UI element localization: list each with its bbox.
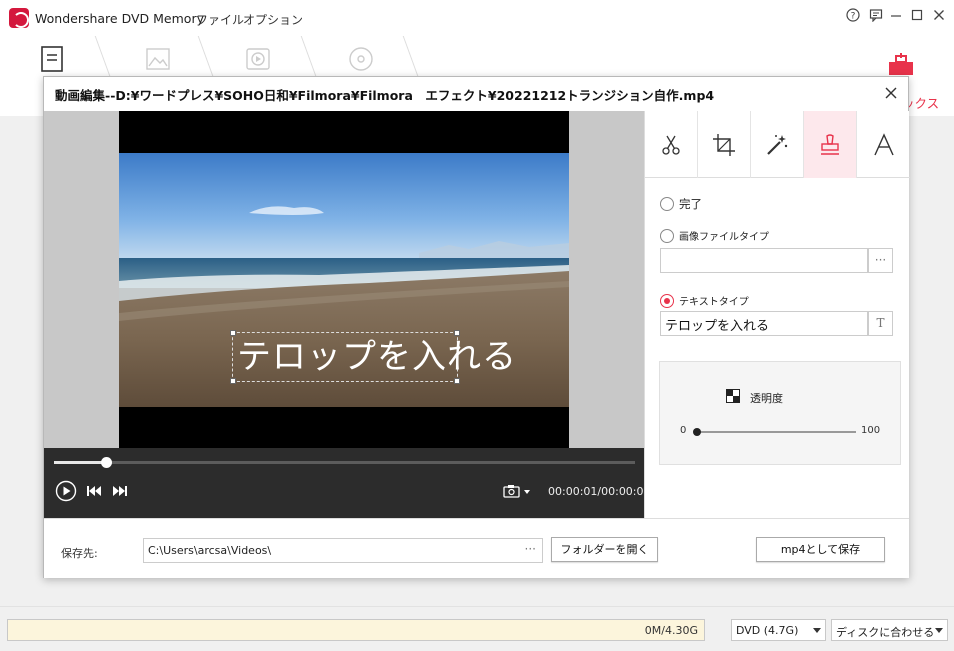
video-scene-image: テロップを入れる: [119, 153, 569, 407]
radio-image-type[interactable]: [660, 228, 674, 243]
disc-type-select[interactable]: DVD (4.7G): [731, 619, 826, 641]
player-controls: 00:00:01/00:00:06: [44, 448, 651, 518]
nav-tab-preview[interactable]: [205, 36, 315, 76]
opacity-min: 0: [680, 425, 687, 436]
feedback-icon[interactable]: [866, 8, 886, 28]
app-name: Wondershare DVD Memory: [35, 11, 204, 26]
opacity-slider[interactable]: [693, 428, 856, 436]
edit-options-panel: 完了 画像ファイルタイプ ··· テキストタイプ テロップを入れる T 透明度 …: [644, 111, 910, 518]
document-icon: [41, 46, 63, 72]
dialog-title: 動画編集--D:¥ワードプレス¥SOHO日和¥Filmora¥Filmora エ…: [55, 88, 715, 103]
opacity-max: 100: [861, 425, 881, 436]
font-settings-button[interactable]: T: [868, 311, 893, 336]
save-mp4-button[interactable]: mp4として保存: [756, 537, 885, 562]
text-icon: [873, 132, 894, 155]
radio-text-type[interactable]: [660, 293, 674, 308]
close-icon[interactable]: [929, 8, 949, 28]
seek-progress: [54, 461, 107, 464]
save-path-field[interactable]: C:\Users\arcsa\Videos\ ···: [143, 538, 543, 563]
browse-dots-icon[interactable]: ···: [525, 542, 536, 556]
option-text-type[interactable]: テキストタイプ: [660, 293, 749, 308]
video-edit-dialog: 動画編集--D:¥ワードプレス¥SOHO日和¥Filmora¥Filmora エ…: [43, 76, 910, 578]
tab-watermark[interactable]: [804, 111, 857, 178]
watermark-text-input[interactable]: テロップを入れる: [660, 311, 868, 336]
dialog-close-icon[interactable]: [884, 86, 898, 100]
timecode: 00:00:01/00:00:06: [548, 485, 651, 498]
opacity-label: 透明度: [750, 392, 783, 405]
capacity-bar: 0M/4.30G: [7, 619, 705, 641]
app-footer: 0M/4.30G DVD (4.7G) ディスクに合わせる: [0, 606, 954, 651]
resize-handle[interactable]: [230, 378, 236, 384]
nav-tab-source[interactable]: [0, 36, 110, 76]
previous-icon[interactable]: [86, 485, 102, 497]
crop-icon: [713, 133, 735, 156]
seek-handle[interactable]: [101, 457, 113, 468]
capacity-text: 0M/4.30G: [644, 624, 698, 637]
opacity-checker-icon: [726, 389, 740, 403]
resize-handle[interactable]: [454, 330, 460, 336]
option-image-type-label: 画像ファイルタイプ: [679, 232, 769, 243]
image-browse-button[interactable]: ···: [868, 248, 893, 273]
image-path-field[interactable]: [660, 248, 868, 273]
option-none[interactable]: 完了: [660, 196, 702, 212]
video-frame: テロップを入れる: [119, 111, 569, 448]
nav-tab-menu[interactable]: [105, 36, 215, 76]
play-icon[interactable]: [55, 480, 77, 502]
help-icon[interactable]: ?: [843, 8, 863, 28]
chevron-down-icon: [813, 628, 821, 633]
video-preview-area: テロップを入れる: [44, 111, 644, 448]
disc-type-value: DVD (4.7G): [736, 624, 799, 637]
tool-tabs: [645, 111, 910, 178]
caption-text-box[interactable]: テロップを入れる: [230, 330, 516, 384]
radio-none[interactable]: [660, 197, 674, 211]
maximize-icon[interactable]: [907, 8, 927, 28]
save-row: 保存先: C:\Users\arcsa\Videos\ ··· フォルダーを開く…: [44, 518, 909, 578]
disc-icon: [349, 47, 373, 71]
open-folder-button[interactable]: フォルダーを開く: [551, 537, 658, 562]
effect-wand-icon: [767, 134, 788, 155]
app-titlebar: Wondershare DVD Memory ファイル オプション ?: [0, 0, 954, 36]
resize-handle[interactable]: [230, 330, 236, 336]
save-path-value: C:\Users\arcsa\Videos\: [148, 544, 272, 557]
opacity-slider-handle[interactable]: [693, 428, 701, 436]
tab-text[interactable]: [857, 111, 910, 178]
menu-options[interactable]: オプション: [243, 11, 303, 28]
svg-text:?: ?: [851, 12, 856, 22]
cut-icon: [662, 135, 680, 155]
seek-bar[interactable]: [54, 457, 635, 468]
fit-mode-select[interactable]: ディスクに合わせる: [831, 619, 948, 641]
tab-crop[interactable]: [698, 111, 751, 178]
resize-handle[interactable]: [454, 378, 460, 384]
snapshot-camera-icon[interactable]: [503, 484, 533, 498]
tab-trim[interactable]: [645, 111, 698, 178]
option-text-type-label: テキストタイプ: [679, 297, 749, 308]
minimize-icon[interactable]: [886, 8, 906, 28]
app-logo: [9, 8, 29, 28]
nav-tab-burn[interactable]: [308, 36, 418, 76]
save-location-label: 保存先:: [61, 547, 98, 560]
menu-file[interactable]: ファイル: [196, 11, 244, 28]
next-icon[interactable]: [112, 485, 128, 497]
caption-text: テロップを入れる: [237, 337, 517, 377]
chevron-down-icon: [935, 628, 943, 633]
opacity-group: 透明度 0 100: [659, 361, 901, 465]
option-image-type[interactable]: 画像ファイルタイプ: [660, 228, 769, 243]
fit-mode-value: ディスクに合わせる: [836, 626, 935, 639]
option-none-label: 完了: [679, 197, 702, 211]
image-icon: [146, 48, 170, 70]
tab-effect[interactable]: [751, 111, 804, 178]
watermark-stamp-icon: [821, 133, 839, 155]
play-circle-icon: [246, 48, 270, 70]
